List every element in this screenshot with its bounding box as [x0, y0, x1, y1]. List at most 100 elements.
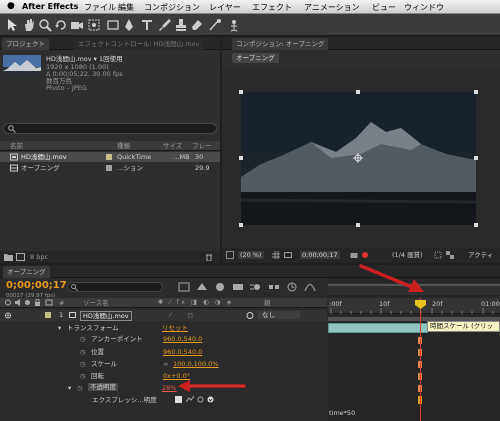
frame-blending-icon[interactable] — [232, 282, 244, 292]
bounding-handle[interactable] — [239, 90, 243, 94]
time-ruler[interactable]: :00f 10f 20f 01:00f — [328, 298, 500, 314]
stopwatch-icon[interactable]: ◷ — [80, 372, 86, 380]
label-color-swatch[interactable] — [106, 165, 112, 171]
label-icon[interactable] — [45, 299, 53, 306]
graph-editor-icon[interactable] — [304, 282, 316, 292]
selection-tool-icon[interactable] — [5, 18, 19, 32]
menu-edit[interactable]: 編集 — [118, 2, 134, 13]
expression-language-menu-icon[interactable] — [207, 396, 214, 403]
always-preview-icon[interactable] — [226, 251, 234, 259]
rotate-tool-icon[interactable] — [54, 18, 68, 32]
expression-pickwhip-icon[interactable] — [197, 396, 204, 403]
trash-icon[interactable] — [205, 253, 213, 261]
prop-opacity-value[interactable]: 28% — [162, 384, 176, 392]
comp-subtab[interactable]: オープニング — [232, 53, 279, 63]
zoom-dropdown[interactable]: (20 %) — [238, 251, 264, 259]
playhead-line[interactable] — [420, 298, 421, 421]
transform-label[interactable]: トランスフォーム — [67, 324, 119, 332]
brainstorm-icon[interactable] — [268, 282, 280, 292]
snapshot-icon[interactable] — [284, 251, 292, 259]
bit-depth-label[interactable]: 8 bpc — [30, 253, 48, 261]
camera-snapshot-icon[interactable] — [350, 251, 358, 259]
column-fps[interactable]: フレー — [192, 142, 212, 150]
motion-blur-icon[interactable] — [250, 282, 262, 292]
comp-mini-flowchart-icon[interactable] — [178, 282, 190, 292]
column-type[interactable]: 種類 — [117, 142, 130, 150]
pan-behind-tool-icon[interactable] — [87, 18, 101, 32]
constrain-proportions-icon[interactable]: ∞ — [163, 360, 168, 368]
bounding-handle[interactable] — [474, 90, 478, 94]
tab-timeline[interactable]: オープニング — [3, 266, 50, 278]
tab-effect-controls[interactable]: エフェクトコントロール: HD浅間山.mov — [74, 38, 204, 50]
expression-graph-icon[interactable] — [186, 396, 194, 403]
stopwatch-icon[interactable]: ◷ — [80, 335, 86, 343]
layer-duration-bar[interactable] — [328, 323, 428, 333]
column-parent[interactable]: 親 — [264, 299, 271, 307]
pen-tool-icon[interactable] — [122, 18, 136, 32]
zoom-tool-icon[interactable] — [38, 18, 52, 32]
grid-icon[interactable] — [272, 251, 280, 259]
stopwatch-icon[interactable]: ◷ — [80, 360, 86, 368]
comp-timecode[interactable]: 0;00;00;17 — [300, 251, 340, 259]
roto-brush-tool-icon[interactable] — [208, 18, 222, 32]
prop-scale-value[interactable]: 100.0,100.0% — [173, 360, 218, 368]
expression-enable-icon[interactable] — [175, 396, 182, 403]
prop-anchor-value[interactable]: 960.0,540.0 — [163, 335, 202, 343]
opacity-expand-arrow[interactable]: ▾ — [68, 384, 71, 392]
resolution-dropdown[interactable]: (1/4 画質) — [392, 251, 423, 259]
draft-3d-icon[interactable] — [196, 282, 208, 292]
video-visibility-icon[interactable] — [4, 299, 12, 306]
stopwatch-icon[interactable]: ◷ — [80, 348, 86, 356]
layer-label-swatch[interactable] — [45, 312, 51, 318]
color-channel-icon[interactable] — [362, 252, 368, 258]
puppet-pin-tool-icon[interactable] — [228, 18, 242, 32]
column-source-name[interactable]: ソース名 — [83, 299, 109, 307]
rectangle-mask-tool-icon[interactable] — [106, 18, 120, 32]
menu-effect[interactable]: エフェクト — [252, 2, 292, 13]
label-color-swatch[interactable] — [106, 154, 112, 160]
parent-dropdown[interactable]: なし — [258, 311, 300, 319]
project-row-composition[interactable]: オープニング …ション 29.9 — [0, 163, 220, 173]
bounding-handle[interactable] — [356, 223, 360, 227]
timeline-timecode[interactable]: 0;00;00;17 — [6, 280, 67, 291]
layer-eye-icon[interactable] — [4, 312, 12, 319]
menu-animation[interactable]: アニメーション — [304, 2, 360, 13]
timeline-layer-row[interactable]: 1 HD浅間山.mov ⁄ ◻ なし — [0, 310, 327, 321]
timeline-search-input[interactable] — [67, 282, 163, 292]
camera-tool-icon[interactable] — [70, 18, 84, 32]
eraser-tool-icon[interactable] — [190, 18, 204, 32]
reset-link[interactable]: リセット — [162, 324, 188, 332]
project-search-input[interactable] — [3, 123, 217, 134]
layer-switches[interactable]: ⁄ ◻ — [170, 311, 194, 319]
transform-expand-arrow[interactable]: ▾ — [58, 324, 61, 332]
hand-tool-icon[interactable] — [22, 18, 36, 32]
menu-layer[interactable]: レイヤー — [209, 2, 241, 13]
time-graph[interactable]: :00f 10f 20f 01:00f 時間スケール (クリッ time*50 — [328, 278, 500, 421]
menu-file[interactable]: ファイル — [84, 2, 116, 13]
shy-layers-icon[interactable] — [214, 282, 226, 292]
column-size[interactable]: サイズ — [163, 142, 182, 150]
playhead-handle-icon[interactable] — [415, 300, 426, 309]
prop-position-value[interactable]: 960.0,540.0 — [163, 348, 202, 356]
lock-icon[interactable] — [34, 299, 41, 306]
region-of-interest-icon[interactable] — [434, 251, 442, 259]
composition-viewer[interactable] — [222, 67, 500, 247]
menu-view[interactable]: ビュー — [372, 2, 396, 13]
bounding-handle[interactable] — [239, 156, 243, 160]
anchor-point-icon[interactable] — [353, 153, 363, 163]
menu-app-name[interactable]: After Effects — [22, 2, 78, 11]
bounding-handle[interactable] — [356, 90, 360, 94]
folder-icon[interactable] — [4, 253, 13, 261]
stopwatch-icon[interactable]: ◷ — [77, 384, 83, 392]
bounding-handle[interactable] — [474, 156, 478, 160]
column-name[interactable]: 名前 — [10, 142, 23, 150]
transparency-grid-icon[interactable] — [446, 251, 454, 259]
expression-text[interactable]: time*50 — [329, 409, 355, 417]
new-composition-icon[interactable] — [16, 253, 25, 261]
clone-stamp-tool-icon[interactable] — [174, 18, 188, 32]
text-tool-icon[interactable] — [140, 18, 154, 32]
bounding-handle[interactable] — [474, 223, 478, 227]
pickwhip-icon[interactable] — [246, 312, 254, 319]
brush-tool-icon[interactable] — [158, 18, 172, 32]
layer-name[interactable]: HD浅間山.mov — [80, 311, 132, 321]
